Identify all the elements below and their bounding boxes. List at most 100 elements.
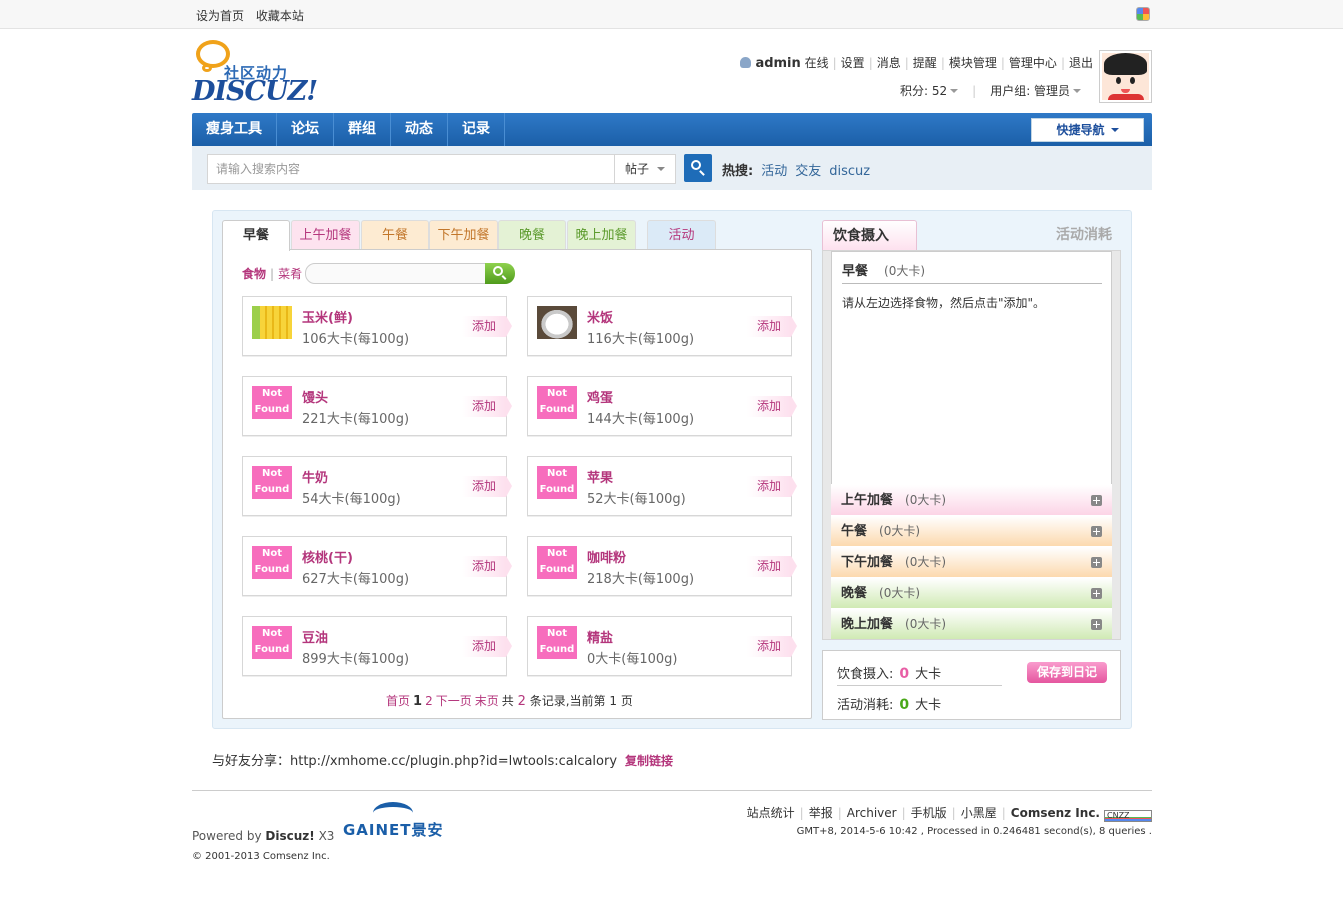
usergroup-menu[interactable]: 用户组: 管理员 (990, 84, 1082, 98)
food-name[interactable]: 米饭 (587, 307, 613, 326)
food-name[interactable]: 鸡蛋 (587, 387, 613, 406)
hot-link-discuz[interactable]: discuz (829, 164, 870, 179)
avatar-shirt (1108, 94, 1144, 100)
search-type-select[interactable]: 帖子 (614, 154, 676, 184)
admin-center-link[interactable]: 管理中心 (1009, 56, 1057, 70)
nav-item-forum[interactable]: 论坛 (277, 113, 334, 146)
footer-link-blackroom[interactable]: 小黑屋 (961, 806, 997, 820)
tab-lunch[interactable]: 午餐 (361, 220, 429, 250)
discuz-link[interactable]: Discuz! (265, 829, 314, 843)
meal-night-snack[interactable]: 晚上加餐 (0大卡) (831, 608, 1112, 639)
expand-plus-icon[interactable] (1091, 495, 1102, 506)
points-menu[interactable]: 积分: 52 (900, 84, 959, 98)
share-url: 与好友分享：http://xmhome.cc/plugin.php?id=lwt… (212, 754, 618, 769)
meal-name: 晚上加餐 (841, 617, 894, 632)
food-name[interactable]: 核桃(干) (302, 547, 353, 566)
expand-plus-icon[interactable] (1091, 588, 1102, 599)
tab-activity[interactable]: 活动 (647, 220, 716, 250)
not-found-image: Not Found (537, 626, 577, 659)
tab-burn[interactable]: 活动消耗 (1030, 220, 1120, 251)
food-name[interactable]: 咖啡粉 (587, 547, 626, 566)
food-name[interactable]: 精盐 (587, 627, 613, 646)
expand-plus-icon[interactable] (1091, 557, 1102, 568)
meal-morning-snack[interactable]: 上午加餐 (0大卡) (831, 484, 1112, 515)
food-search-button[interactable] (485, 263, 515, 284)
gainet-text: GAINET景安 (343, 821, 444, 839)
notices-link[interactable]: 提醒 (913, 56, 937, 70)
search-input[interactable]: 请输入搜索内容 (207, 154, 617, 184)
bookmark-link[interactable]: 收藏本站 (256, 9, 304, 23)
nav-item-groups[interactable]: 群组 (334, 113, 391, 146)
add-food-button[interactable]: 添加 (747, 316, 797, 337)
cnzz-badge[interactable]: CNZZ (1104, 810, 1152, 822)
logout-link[interactable]: 退出 (1069, 56, 1093, 70)
add-food-button[interactable]: 添加 (462, 476, 512, 497)
module-admin-link[interactable]: 模块管理 (949, 56, 997, 70)
nav-item-slim-tools[interactable]: 瘦身工具 (192, 113, 277, 146)
save-to-diary-button[interactable]: 保存到日记 (1027, 662, 1107, 683)
pager-page-2[interactable]: 2 (425, 694, 433, 708)
pager-current: 1 (413, 694, 423, 709)
food-name[interactable]: 馒头 (302, 387, 328, 406)
search-button[interactable] (684, 154, 712, 182)
add-food-button[interactable]: 添加 (747, 556, 797, 577)
add-food-button[interactable]: 添加 (747, 636, 797, 657)
food-name[interactable]: 玉米(鲜) (302, 307, 353, 326)
hot-link-activity[interactable]: 活动 (761, 164, 787, 179)
food-type-link[interactable]: 食物 (242, 267, 266, 281)
chevron-down-icon (1073, 89, 1082, 93)
add-food-button[interactable]: 添加 (462, 556, 512, 577)
tab-morning-snack[interactable]: 上午加餐 (291, 220, 360, 250)
add-food-button[interactable]: 添加 (747, 476, 797, 497)
copy-link-button[interactable]: 复制链接 (625, 754, 673, 768)
settings-link[interactable]: 设置 (841, 56, 865, 70)
expand-plus-icon[interactable] (1091, 619, 1102, 630)
meal-lunch[interactable]: 午餐 (0大卡) (831, 515, 1112, 546)
expand-plus-icon[interactable] (1091, 526, 1102, 537)
nav-item-feed[interactable]: 动态 (391, 113, 448, 146)
tab-night-snack[interactable]: 晚上加餐 (567, 220, 636, 250)
meal-afternoon-snack[interactable]: 下午加餐 (0大卡) (831, 546, 1112, 577)
tab-afternoon-snack[interactable]: 下午加餐 (429, 220, 498, 250)
food-name[interactable]: 苹果 (587, 467, 613, 486)
pager-next[interactable]: 下一页 (436, 694, 472, 708)
dish-type-link[interactable]: 菜肴 (278, 267, 302, 281)
meal-name: 上午加餐 (841, 493, 894, 508)
add-food-button[interactable]: 添加 (462, 396, 512, 417)
quick-nav-label: 快捷导航 (1056, 123, 1105, 137)
meal-dinner[interactable]: 晚餐 (0大卡) (831, 577, 1112, 608)
hot-label: 热搜: (722, 164, 754, 179)
meal-kcal: (0大卡) (879, 586, 921, 600)
set-home-link[interactable]: 设为首页 (196, 9, 244, 23)
footer-link-report[interactable]: 举报 (809, 806, 833, 820)
not-found-line1: Not (261, 468, 283, 479)
food-search-type: 食物 | 菜肴 (242, 267, 303, 281)
add-food-button[interactable]: 添加 (462, 316, 512, 337)
tab-intake[interactable]: 饮食摄入 (822, 220, 917, 251)
intake-tip: 请从左边选择食物，然后点击"添加"。 (842, 296, 1046, 310)
footer-company[interactable]: Comsenz Inc. (1011, 806, 1100, 820)
tab-breakfast[interactable]: 早餐 (222, 220, 290, 251)
add-food-button[interactable]: 添加 (747, 396, 797, 417)
hot-link-dating[interactable]: 交友 (795, 164, 821, 179)
pager-first[interactable]: 首页 (386, 694, 410, 708)
footer-link-archiver[interactable]: Archiver (847, 806, 897, 820)
style-switch-icon[interactable] (1136, 7, 1150, 21)
avatar[interactable] (1099, 50, 1152, 103)
pager-total-pre: 共 (501, 694, 514, 708)
quick-nav-button[interactable]: 快捷导航 (1031, 118, 1144, 142)
footer-link-stats[interactable]: 站点统计 (747, 806, 795, 820)
site-logo[interactable]: 社区动力 DISCUZ! (192, 40, 332, 107)
username-link[interactable]: admin (755, 56, 800, 71)
footer-link-mobile[interactable]: 手机版 (911, 806, 947, 820)
messages-link[interactable]: 消息 (877, 56, 901, 70)
food-name[interactable]: 牛奶 (302, 467, 328, 486)
food-name[interactable]: 豆油 (302, 627, 328, 646)
food-search-input[interactable] (305, 263, 487, 284)
pager-last[interactable]: 末页 (475, 694, 499, 708)
nav-item-records[interactable]: 记录 (448, 113, 505, 146)
tab-dinner[interactable]: 晚餐 (498, 220, 566, 250)
gainet-logo[interactable]: GAINET景安 (343, 802, 458, 839)
add-food-button[interactable]: 添加 (462, 636, 512, 657)
burn-unit: 大卡 (915, 698, 942, 713)
